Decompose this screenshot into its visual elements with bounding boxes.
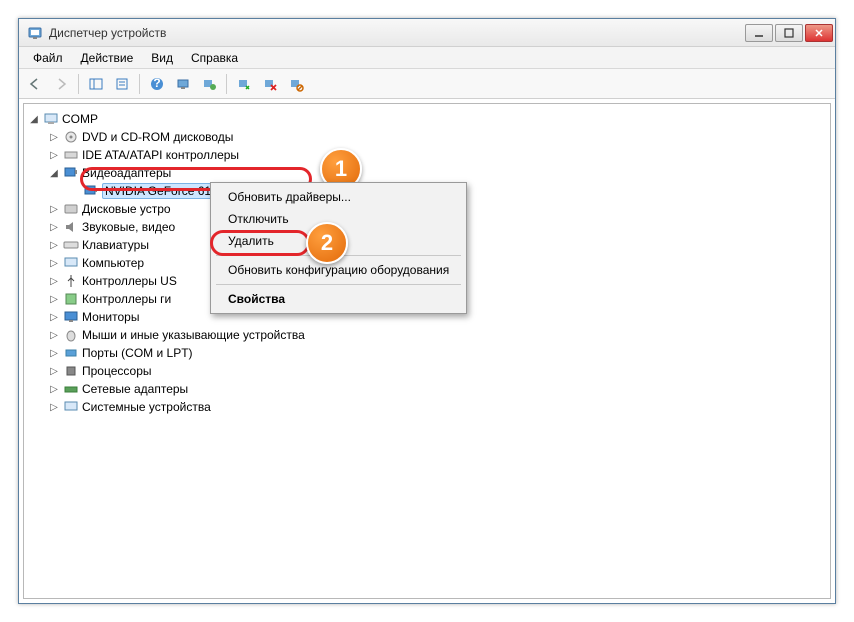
device-tree-panel: ◢ COMP ▷DVD и CD-ROM дисководы ▷IDE ATA/… [23,103,831,599]
display-adapter-icon [83,183,99,199]
tree-item[interactable]: ▷Сетевые адаптеры [46,380,828,398]
collapse-icon[interactable]: ◢ [28,114,40,125]
help-button[interactable]: ? [145,72,169,96]
svg-text:?: ? [153,76,160,90]
mouse-icon [63,327,79,343]
nav-forward-button[interactable] [49,72,73,96]
monitor-icon [63,309,79,325]
sound-icon [63,219,79,235]
ctx-delete[interactable]: Удалить [214,230,463,252]
menu-view[interactable]: Вид [143,49,181,67]
tree-item[interactable]: ▷DVD и CD-ROM дисководы [46,128,828,146]
expand-icon[interactable]: ▷ [48,294,60,305]
ctx-update-drivers[interactable]: Обновить драйверы... [214,186,463,208]
computer-icon [63,255,79,271]
expand-icon[interactable]: ▷ [48,132,60,143]
tree-item[interactable]: ▷IDE ATA/ATAPI контроллеры [46,146,828,164]
tree-item-video[interactable]: ◢Видеоадаптеры [46,164,828,182]
app-icon [27,25,43,41]
menu-help[interactable]: Справка [183,49,246,67]
scan-hardware-button[interactable] [171,72,195,96]
tree-item[interactable]: ▷Процессоры [46,362,828,380]
close-button[interactable] [805,24,833,42]
expand-icon[interactable]: ▷ [48,330,60,341]
display-adapter-icon [63,165,79,181]
toolbar-separator [139,74,140,94]
window-title: Диспетчер устройств [49,26,745,40]
usb-icon [63,273,79,289]
expand-icon[interactable]: ▷ [48,312,60,323]
ctx-properties[interactable]: Свойства [214,288,463,310]
expand-icon[interactable]: ▷ [48,204,60,215]
context-menu: Обновить драйверы... Отключить Удалить О… [210,182,467,314]
expand-icon[interactable]: ▷ [48,258,60,269]
expand-icon[interactable]: ▷ [48,384,60,395]
window-buttons [745,24,833,42]
tree-item[interactable]: ▷Мыши и иные указывающие устройства [46,326,828,344]
ide-icon [63,147,79,163]
disc-icon [63,129,79,145]
tree-root-label: COMP [62,112,98,126]
tree-item[interactable]: ▷Порты (COM и LPT) [46,344,828,362]
expand-icon[interactable]: ▷ [48,276,60,287]
ctx-rescan[interactable]: Обновить конфигурацию оборудования [214,259,463,281]
disable-button[interactable] [284,72,308,96]
expand-icon[interactable]: ▷ [48,348,60,359]
show-hide-tree-button[interactable] [84,72,108,96]
keyboard-icon [63,237,79,253]
tree-item[interactable]: ▷Системные устройства [46,398,828,416]
menubar: Файл Действие Вид Справка [19,47,835,69]
ctx-separator [216,255,461,256]
menu-file[interactable]: Файл [25,49,71,67]
computer-icon [43,111,59,127]
ctx-disable[interactable]: Отключить [214,208,463,230]
maximize-button[interactable] [775,24,803,42]
collapse-icon[interactable]: ◢ [48,168,60,179]
properties-button[interactable] [110,72,134,96]
expand-icon[interactable]: ▷ [48,402,60,413]
menu-action[interactable]: Действие [73,49,142,67]
hid-icon [63,291,79,307]
expand-icon[interactable]: ▷ [48,222,60,233]
cpu-icon [63,363,79,379]
network-icon [63,381,79,397]
tree-root[interactable]: ◢ COMP [26,110,828,128]
disk-icon [63,201,79,217]
titlebar: Диспетчер устройств [19,19,835,47]
expand-icon[interactable]: ▷ [48,240,60,251]
expand-icon[interactable]: ▷ [48,150,60,161]
toolbar-separator [78,74,79,94]
enable-button[interactable] [232,72,256,96]
uninstall-button[interactable] [258,72,282,96]
expand-icon[interactable]: ▷ [48,366,60,377]
device-manager-window: Диспетчер устройств Файл Действие Вид Сп… [18,18,836,604]
ctx-separator [216,284,461,285]
update-driver-button[interactable] [197,72,221,96]
nav-back-button[interactable] [23,72,47,96]
system-icon [63,399,79,415]
port-icon [63,345,79,361]
minimize-button[interactable] [745,24,773,42]
toolbar: ? [19,69,835,99]
toolbar-separator [226,74,227,94]
